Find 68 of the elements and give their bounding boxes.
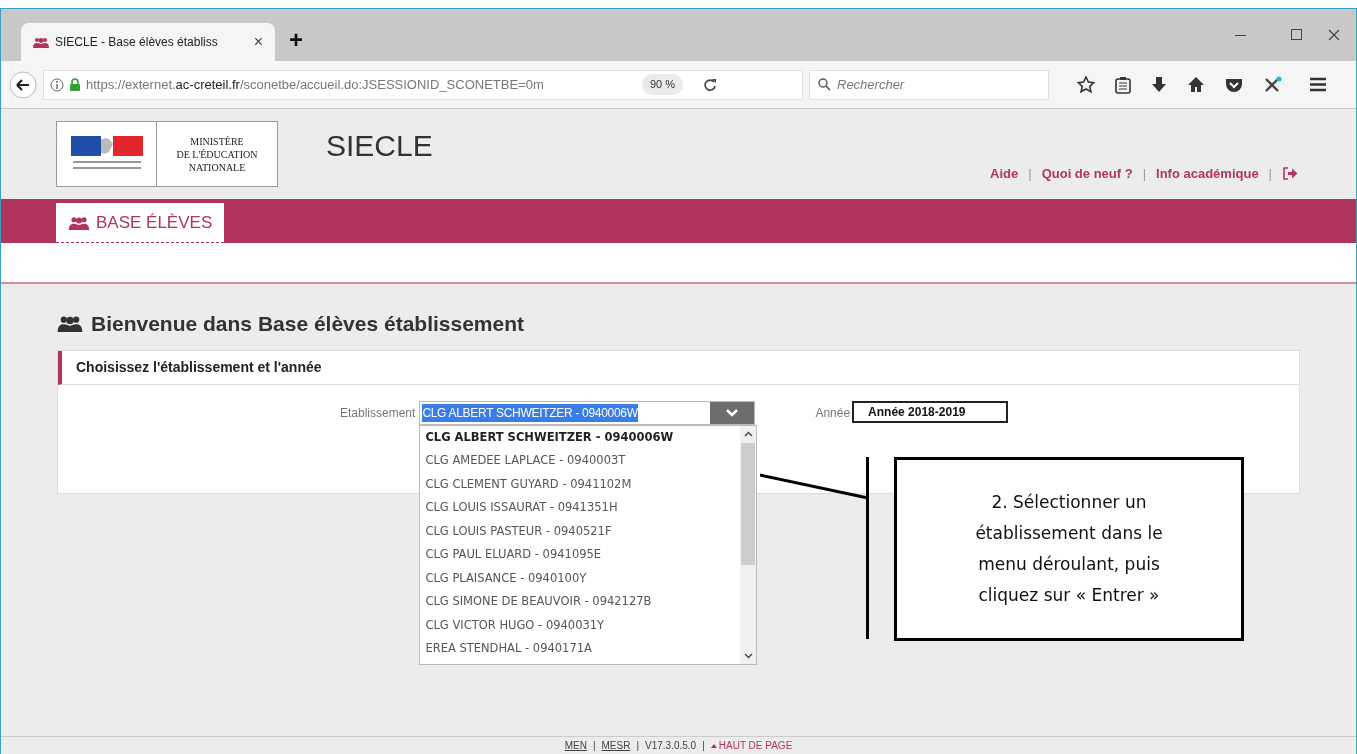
year-select[interactable]: Année 2018-2019 [852,400,1009,423]
dropdown-option[interactable]: CLG CLEMENT GUYARD - 0941102M [425,475,741,499]
dropdown-option[interactable]: CLG VICTOR HUGO - 0940031Y [425,616,741,640]
footer-link[interactable]: MEN [564,738,587,753]
separator: | [1267,164,1273,183]
scrollbar[interactable] [740,425,757,664]
search-icon [818,78,831,91]
info-icon [50,77,64,92]
people-icon [68,215,90,230]
lock-icon [70,78,80,91]
header-link[interactable]: Info académique [1156,163,1259,183]
search-input: Rechercher [837,74,1037,95]
separator: | [702,739,705,753]
close-tab-button[interactable]: × [253,30,263,54]
dropdown-option[interactable]: CLG ALBERT SCHWEITZER - 0940006W [425,428,741,452]
dropdown-option[interactable]: CLG SIMONE DE BEAUVOIR - 0942127B [425,593,741,617]
browser-tab[interactable]: SIECLE - Base élèves établiss × [21,23,275,61]
separator: | [1141,164,1148,183]
card-title: Choisissez l'établissement et l'année [58,350,1299,385]
dropdown-option[interactable]: EREA STENDHAL - 0940171A [425,640,741,664]
scroll-thumb[interactable] [741,442,756,565]
zoom-level[interactable]: 90 % [642,74,684,95]
dropdown-option[interactable]: CLG LOUIS PASTEUR - 0940521F [425,522,741,546]
app-name: SIECLE [326,127,433,164]
address-bar[interactable]: https://externet.ac-creteil.fr/sconetbe/accueil.do:JSESSIONID_SCONETBE=0m 90 % [43,69,803,100]
dropdown-option[interactable]: CLG LOUIS ISSAURAT - 0941351H [425,499,741,523]
new-tab-button[interactable]: + [289,22,303,58]
field-label: Etablissement [340,404,416,422]
pocket-icon[interactable] [1225,76,1243,93]
ministry-name: MINISTÈRE DE L'ÉDUCATION NATIONALE [175,134,259,175]
chevron-down-icon [726,408,739,417]
separator: | [636,739,639,753]
menu-icon[interactable] [1309,77,1327,92]
dropdown-option[interactable]: CLG PLAISANCE - 0940100Y [425,569,741,593]
logout-icon[interactable] [1282,166,1298,180]
header-link[interactable]: Quoi de neuf ? [1041,163,1133,183]
annotation-box: 2. Sélectionner un établissement dans le menu déroulant, puis cliquez sur « Entrer » [894,457,1244,641]
clipboard-icon[interactable] [1115,75,1131,94]
people-icon [33,36,49,48]
page-title: Bienvenue dans Base élèves établissement [91,311,525,337]
establishment-select[interactable]: CLG ALBERT SCHWEITZER - 0940006W [419,400,756,425]
separator: | [592,739,596,753]
version-text: V17.3.0.5.0 [645,739,697,753]
star-icon[interactable] [1077,75,1095,94]
back-to-top-link[interactable]: HAUT DE PAGE [710,738,793,753]
reload-icon[interactable] [703,77,718,92]
tab-title: SIECLE - Base élèves établiss [55,34,219,51]
separator: | [1027,164,1033,183]
scroll-up-icon[interactable] [743,430,753,437]
header-link[interactable]: Aide [990,163,1019,183]
maximize-icon[interactable] [1291,29,1302,40]
scroll-down-icon[interactable] [743,652,753,659]
nav-tab[interactable]: BASE ÉLÈVES [56,203,225,243]
tools-icon[interactable] [1263,75,1283,94]
dropdown-option[interactable]: CLG AMEDEE LAPLACE - 0940003T [425,452,741,476]
back-icon[interactable] [9,70,37,99]
people-icon [57,315,83,333]
url-text: https://externet.ac-creteil.fr/sconetbe/accueil.do:JSESSIONID_SCONETBE=0m [86,75,545,94]
dropdown-toggle[interactable] [710,401,755,424]
home-icon[interactable] [1187,76,1205,93]
search-field[interactable]: Rechercher [809,69,1049,100]
close-icon[interactable] [1328,29,1340,41]
dropdown-option[interactable]: CLG PAUL ELUARD - 0941095E [425,546,741,570]
download-icon[interactable] [1151,75,1167,94]
field-label: Année [815,404,851,422]
caret-up-icon [710,743,717,748]
footer-link[interactable]: MESR [601,738,631,753]
select-value: CLG ALBERT SCHWEITZER - 0940006W [422,403,638,422]
